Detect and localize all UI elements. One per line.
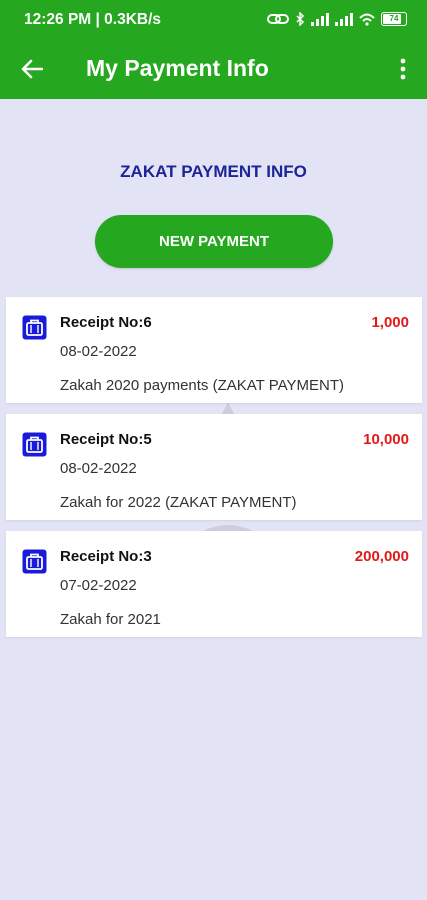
- receipt-bag-icon: [22, 315, 47, 340]
- overflow-menu-button[interactable]: [391, 53, 415, 85]
- receipt-bag-icon: [22, 549, 47, 574]
- status-icons: 74: [267, 12, 407, 26]
- receipt-number: Receipt No:6: [60, 314, 152, 331]
- payment-card[interactable]: Receipt No:3 200,000 07-02-2022 Zakah for 2…: [6, 531, 422, 637]
- payment-amount: 10,000: [363, 431, 409, 448]
- link-icon: [267, 14, 289, 24]
- signal-icon: [311, 12, 329, 26]
- section-title: ZAKAT PAYMENT INFO: [120, 162, 307, 181]
- new-payment-button[interactable]: NEW PAYMENT: [95, 215, 333, 268]
- payment-date: 07-02-2022: [60, 577, 137, 594]
- receipt-number: Receipt No:5: [60, 431, 152, 448]
- payment-description: Zakah for 2021: [60, 611, 161, 628]
- back-arrow-icon: [21, 59, 43, 79]
- status-time: 12:26 PM | 0.3KB/s: [24, 11, 162, 28]
- app-bar: My Payment Info: [0, 40, 427, 99]
- payment-amount: 200,000: [354, 548, 409, 565]
- receipt-number: Receipt No:3: [60, 548, 152, 565]
- back-button[interactable]: [16, 53, 48, 85]
- wifi-icon: [359, 13, 375, 26]
- more-vert-icon: [400, 58, 406, 80]
- receipt-bag-icon: [22, 432, 47, 457]
- battery-icon: 74: [381, 12, 407, 26]
- payment-date: 08-02-2022: [60, 460, 137, 477]
- battery-level: 74: [389, 14, 399, 23]
- payment-amount: 1,000: [371, 314, 409, 331]
- bluetooth-icon: [296, 12, 305, 26]
- payment-description: Zakah for 2022 (ZAKAT PAYMENT): [60, 494, 297, 511]
- payment-card[interactable]: Receipt No:6 1,000 08-02-2022 Zakah 2020 pa…: [6, 297, 422, 403]
- page-title: My Payment Info: [86, 55, 269, 81]
- payment-card[interactable]: Receipt No:5 10,000 08-02-2022 Zakah for 20…: [6, 414, 422, 520]
- payment-date: 08-02-2022: [60, 343, 137, 360]
- status-bar: 12:26 PM | 0.3KB/s 74: [0, 0, 427, 40]
- signal-icon-2: [335, 12, 353, 26]
- payment-description: Zakah 2020 payments (ZAKAT PAYMENT): [60, 377, 344, 394]
